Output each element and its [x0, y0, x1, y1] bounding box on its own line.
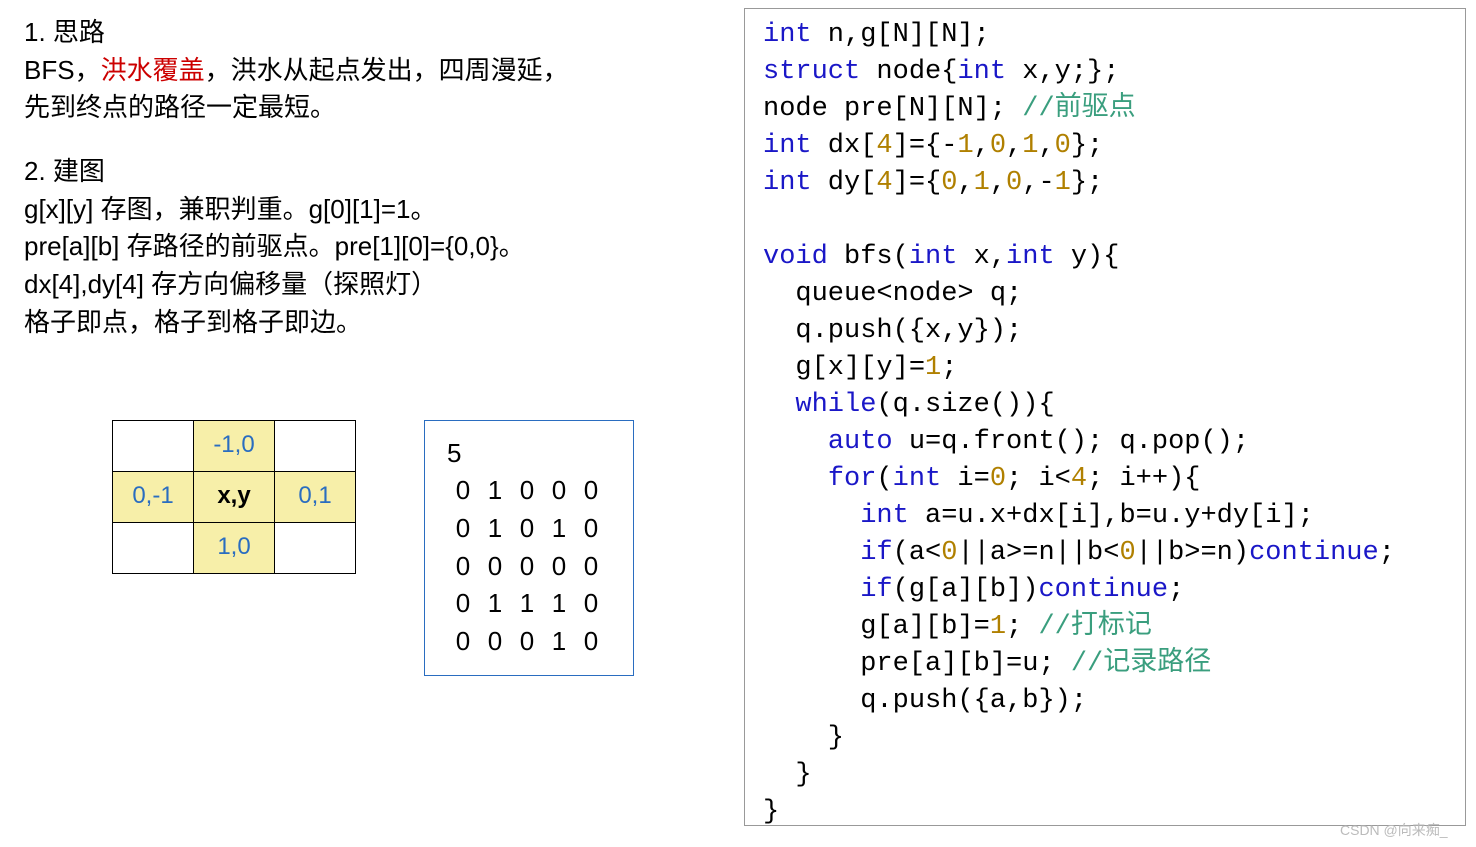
g-line: g[x][y] 存图，兼职判重。g[0][1]=1。	[24, 191, 724, 229]
bfs-line: BFS，洪水覆盖，洪水从起点发出，四周漫延，	[24, 52, 724, 90]
matrix-row: 01000	[447, 472, 607, 510]
code-block: int n,g[N][N]; struct node{int x,y;}; no…	[744, 8, 1466, 826]
heading-2: 2. 建图	[24, 153, 724, 191]
heading-1: 1. 思路	[24, 14, 724, 52]
matrix-row: 00000	[447, 548, 607, 586]
matrix-row: 01010	[447, 510, 607, 548]
shortest-line: 先到终点的路径一定最短。	[24, 89, 724, 127]
grid-line: 格子即点，格子到格子即边。	[24, 304, 724, 342]
dir-left: 0,-1	[113, 471, 194, 522]
dir-center: x,y	[194, 471, 275, 522]
dir-up: -1,0	[194, 420, 275, 471]
dir-down: 1,0	[194, 522, 275, 573]
sample-matrix: 5 01000 01010 00000 01110 00010	[424, 420, 634, 676]
pre-line: pre[a][b] 存路径的前驱点。pre[1][0]={0,0}。	[24, 228, 724, 266]
section-2: 2. 建图 g[x][y] 存图，兼职判重。g[0][1]=1。 pre[a][…	[24, 153, 724, 341]
dxdy-line: dx[4],dy[4] 存方向偏移量（探照灯）	[24, 266, 724, 304]
bfs-prefix: BFS，	[24, 55, 101, 85]
code-pane: int n,g[N][N]; struct node{int x,y;}; no…	[744, 0, 1476, 847]
flood-fill-term: 洪水覆盖	[101, 55, 205, 85]
dir-right: 0,1	[275, 471, 356, 522]
explanation-pane: 1. 思路 BFS，洪水覆盖，洪水从起点发出，四周漫延， 先到终点的路径一定最短…	[0, 0, 744, 847]
matrix-row: 01110	[447, 585, 607, 623]
diagrams-row: -1,0 0,-1 x,y 0,1 1,0 5 01000 01010	[24, 420, 724, 676]
matrix-row: 00010	[447, 623, 607, 661]
bfs-suffix: ，洪水从起点发出，四周漫延，	[205, 55, 569, 85]
section-1: 1. 思路 BFS，洪水覆盖，洪水从起点发出，四周漫延， 先到终点的路径一定最短…	[24, 14, 724, 127]
direction-table: -1,0 0,-1 x,y 0,1 1,0	[112, 420, 356, 574]
matrix-n: 5	[447, 435, 607, 473]
watermark: CSDN @向来痴_	[1340, 820, 1448, 840]
